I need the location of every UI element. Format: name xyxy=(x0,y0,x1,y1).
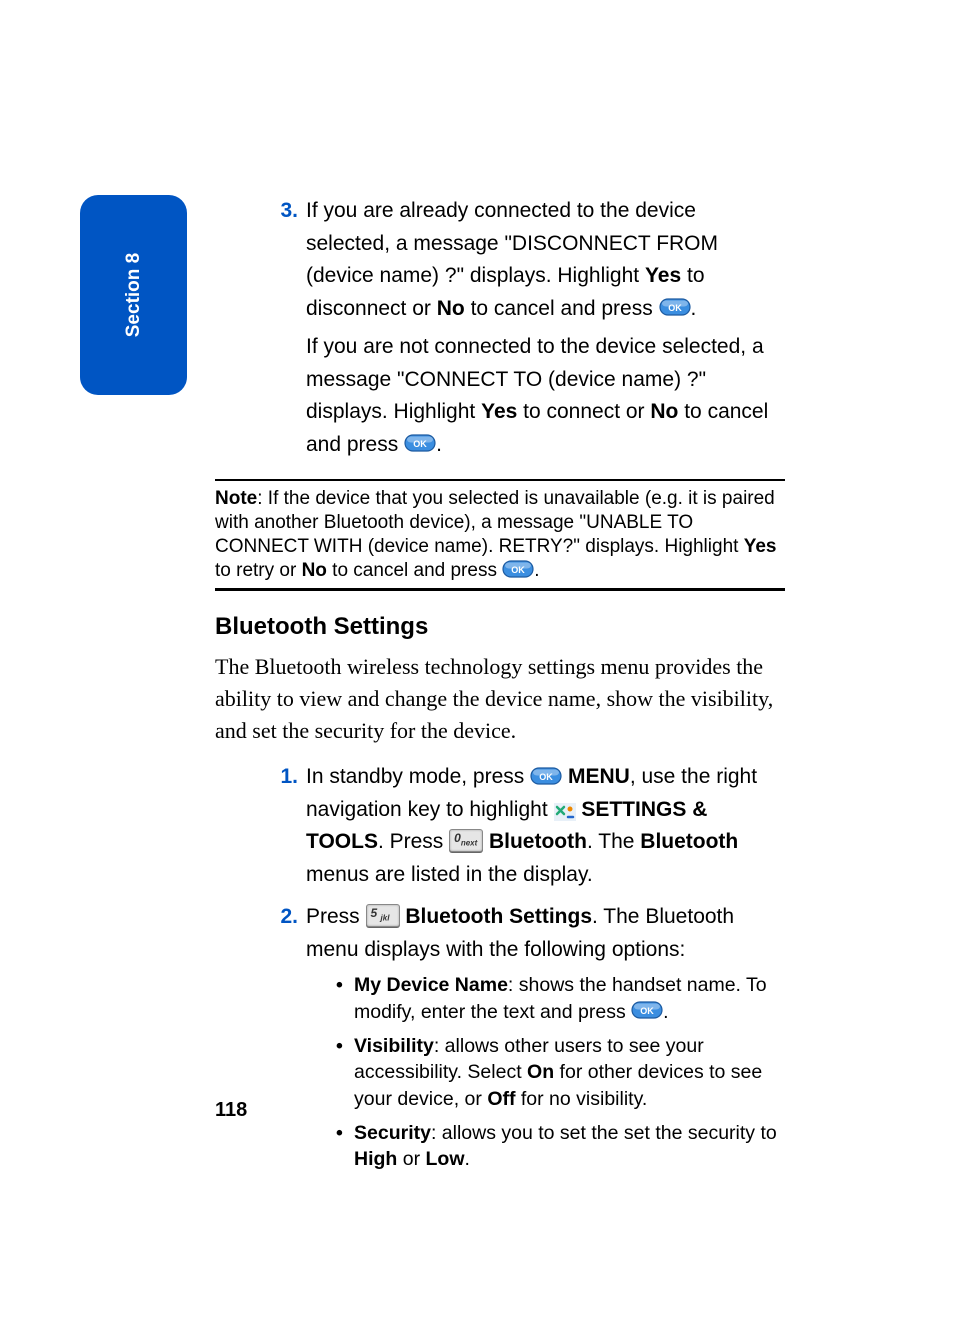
step-marker: 1. xyxy=(270,761,298,891)
option-security: • Security: allows you to set the set th… xyxy=(336,1120,785,1173)
step-body: If you are already connected to the devi… xyxy=(306,195,785,461)
ok-icon xyxy=(659,298,691,316)
rule-bottom xyxy=(215,588,785,591)
option-my-device-name: • My Device Name: shows the handset name… xyxy=(336,972,785,1025)
key-5-icon: 5 jkl xyxy=(366,904,400,927)
step-body: In standby mode, press MENU, use the rig… xyxy=(306,761,785,891)
section-tab-label: Section 8 xyxy=(123,253,145,337)
step-1: 1. In standby mode, press MENU, use the … xyxy=(270,761,785,891)
section-tab: Section 8 xyxy=(80,195,187,395)
step-body: Press 5 jkl Bluetooth Settings. The Blue… xyxy=(306,901,785,1180)
ok-icon xyxy=(631,1001,663,1019)
page-content: 3. If you are already connected to the d… xyxy=(215,195,785,1187)
key-0-icon: 0next xyxy=(449,829,483,852)
manual-page: Section 8 3. If you are already connecte… xyxy=(0,0,954,1319)
step-2: 2. Press 5 jkl Bluetooth Settings. The B… xyxy=(270,901,785,1180)
step-3: 3. If you are already connected to the d… xyxy=(215,195,785,461)
step-marker: 2. xyxy=(270,901,298,1180)
page-number: 118 xyxy=(215,1099,247,1122)
step-marker: 3. xyxy=(270,195,298,461)
settings-tools-icon xyxy=(554,799,576,817)
steps-list: 1. In standby mode, press MENU, use the … xyxy=(215,761,785,1180)
note-block: Note: If the device that you selected is… xyxy=(215,487,785,582)
option-visibility: • Visibility: allows other users to see … xyxy=(336,1033,785,1112)
ok-icon xyxy=(530,767,562,785)
rule-top xyxy=(215,479,785,481)
ok-icon xyxy=(502,560,534,578)
section-heading: Bluetooth Settings xyxy=(215,613,785,641)
intro-paragraph: The Bluetooth wireless technology settin… xyxy=(215,651,785,747)
options-list: • My Device Name: shows the handset name… xyxy=(306,972,785,1172)
ok-icon xyxy=(404,434,436,452)
